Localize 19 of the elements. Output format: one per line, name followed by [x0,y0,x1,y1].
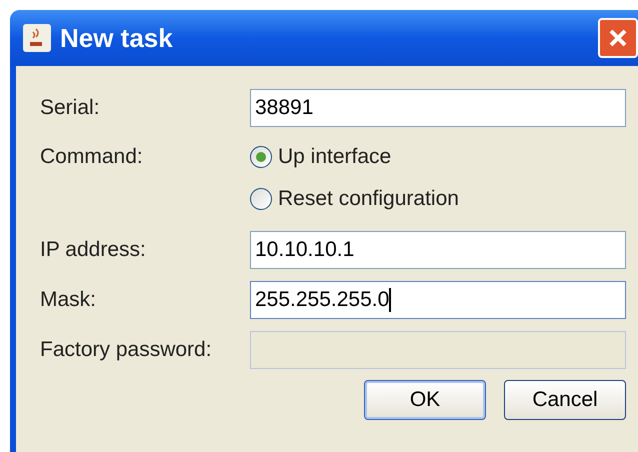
close-icon [607,27,629,49]
input-field[interactable]: 255.255.255.0 [250,281,626,319]
dialog-button[interactable]: OK [364,380,486,420]
field-label: IP address: [40,237,147,264]
input-field[interactable]: 10.10.10.1 [250,231,626,269]
coffee-cup-icon [22,23,52,53]
text-caret [389,288,392,312]
close-button[interactable] [598,18,638,58]
radio-option[interactable]: Reset configuration [250,180,459,218]
window-title: New task [60,22,173,54]
field-label: Factory password: [40,337,213,364]
field-label: Mask: [40,287,98,314]
radio-button[interactable] [250,188,272,210]
radio-button[interactable] [250,146,272,168]
field-label: Serial: [40,95,101,122]
input-field[interactable]: 38891 [250,89,626,127]
dialog-button[interactable]: Cancel [504,380,626,420]
field-label: Command: [40,144,144,170]
radio-option[interactable]: Up interface [250,138,459,176]
